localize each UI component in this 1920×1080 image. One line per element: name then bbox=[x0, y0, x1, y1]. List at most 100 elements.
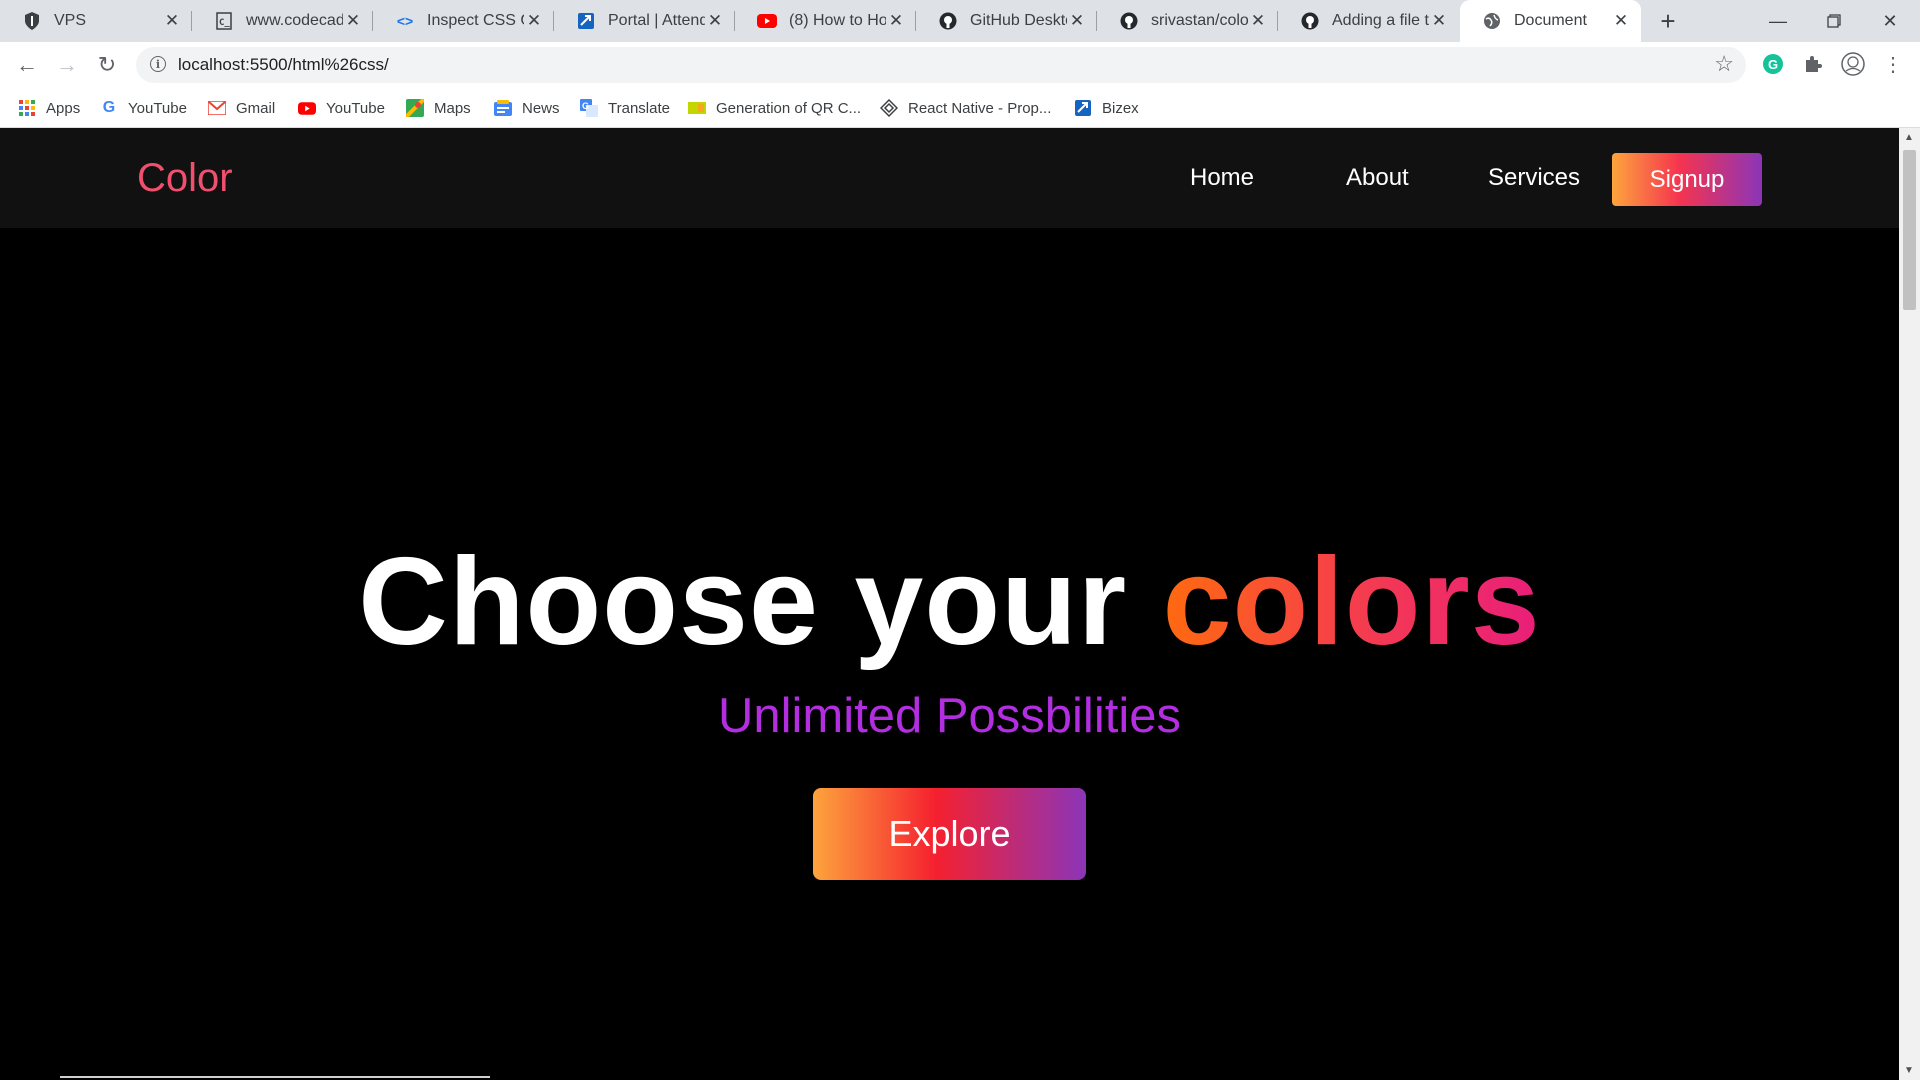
bookmark-label: YouTube bbox=[128, 99, 187, 117]
code-doc-icon: C_ bbox=[214, 11, 234, 31]
vertical-scrollbar[interactable]: ▲ ▼ bbox=[1899, 128, 1920, 1080]
tab-title: (8) How to Hos bbox=[789, 12, 886, 29]
svg-text:G: G bbox=[582, 101, 589, 111]
shield-icon bbox=[22, 11, 42, 31]
bookmark-star-icon[interactable]: ☆ bbox=[1714, 51, 1734, 77]
close-icon[interactable]: ✕ bbox=[886, 11, 906, 31]
qr-icon bbox=[688, 99, 706, 117]
menu-kebab-icon[interactable]: ⋮ bbox=[1880, 51, 1906, 77]
scrollbar-thumb[interactable] bbox=[1903, 150, 1916, 310]
browser-tab[interactable]: GitHub Deskto ✕ bbox=[916, 0, 1097, 42]
hero-title-plain: Choose your bbox=[358, 533, 1163, 671]
tab-title: Inspect CSS Gri bbox=[427, 12, 524, 29]
portal-icon bbox=[576, 11, 596, 31]
close-icon[interactable]: ✕ bbox=[524, 11, 544, 31]
globe-icon bbox=[1482, 11, 1502, 31]
apps-grid-icon bbox=[18, 99, 36, 117]
grammarly-icon[interactable]: G bbox=[1760, 51, 1786, 77]
google-icon: G bbox=[102, 99, 116, 116]
bookmark-youtube-google[interactable]: G YouTube bbox=[100, 96, 187, 120]
site-navbar: Color Home About Services Signup bbox=[0, 128, 1899, 228]
browser-tab[interactable]: <> Inspect CSS Gri ✕ bbox=[373, 0, 554, 42]
tab-title: Adding a file to bbox=[1332, 12, 1429, 29]
new-tab-icon[interactable]: + bbox=[1654, 8, 1682, 36]
restore-icon[interactable] bbox=[1806, 0, 1862, 42]
bookmark-maps[interactable]: Maps bbox=[406, 96, 471, 120]
github-icon bbox=[938, 11, 958, 31]
browser-tab-active[interactable]: Document ✕ bbox=[1460, 0, 1641, 42]
github-icon bbox=[1300, 11, 1320, 31]
bookmark-label: Bizex bbox=[1102, 99, 1139, 117]
close-icon[interactable]: ✕ bbox=[162, 11, 182, 31]
browser-tab[interactable]: Portal | Attenda ✕ bbox=[554, 0, 735, 42]
bookmark-bizex[interactable]: Bizex bbox=[1074, 96, 1139, 120]
nav-link-home[interactable]: Home bbox=[1190, 164, 1254, 192]
close-icon[interactable]: ✕ bbox=[343, 11, 363, 31]
info-icon[interactable]: i bbox=[150, 56, 166, 72]
bookmark-translate[interactable]: G Translate bbox=[580, 96, 670, 120]
svg-text:C_: C_ bbox=[219, 18, 230, 28]
bookmark-qr[interactable]: Generation of QR C... bbox=[688, 96, 861, 120]
browser-tab[interactable]: srivastan/color ✕ bbox=[1097, 0, 1278, 42]
browser-tab[interactable]: C_ www.codecade ✕ bbox=[192, 0, 373, 42]
reload-icon[interactable]: ↻ bbox=[93, 51, 121, 79]
browser-toolbar: ← → ↻ i localhost:5500/html%26css/ ☆ G ⋮ bbox=[0, 42, 1920, 88]
tab-title: Portal | Attenda bbox=[608, 12, 705, 29]
bookmark-youtube[interactable]: YouTube bbox=[298, 96, 385, 120]
close-window-icon[interactable]: ✕ bbox=[1862, 0, 1918, 42]
gmail-icon bbox=[208, 99, 226, 117]
profile-avatar-icon[interactable] bbox=[1840, 51, 1866, 77]
hero-title: Choose your colors bbox=[0, 528, 1899, 677]
close-icon[interactable]: ✕ bbox=[705, 11, 725, 31]
url-text[interactable]: localhost:5500/html%26css/ bbox=[178, 55, 389, 75]
bookmark-news[interactable]: News bbox=[494, 96, 560, 120]
browser-tab[interactable]: VPS ✕ bbox=[0, 0, 192, 42]
portal-icon bbox=[1074, 99, 1092, 117]
signup-button[interactable]: Signup bbox=[1612, 153, 1762, 206]
svg-text:G: G bbox=[1768, 57, 1778, 72]
forward-arrow-icon[interactable]: → bbox=[53, 51, 81, 79]
close-icon[interactable]: ✕ bbox=[1429, 11, 1449, 31]
youtube-icon bbox=[757, 11, 777, 31]
tab-title: srivastan/color bbox=[1151, 12, 1248, 29]
minimize-icon[interactable]: — bbox=[1750, 0, 1806, 42]
maps-icon bbox=[406, 99, 424, 117]
browser-tab[interactable]: (8) How to Hos ✕ bbox=[735, 0, 916, 42]
bookmark-label: React Native - Prop... bbox=[908, 99, 1052, 117]
tab-title: GitHub Deskto bbox=[970, 12, 1067, 29]
react-icon bbox=[880, 99, 898, 117]
close-icon[interactable]: ✕ bbox=[1611, 11, 1631, 31]
scroll-down-arrow-icon[interactable]: ▼ bbox=[1904, 1065, 1914, 1076]
bookmark-label: News bbox=[522, 99, 560, 117]
hero-subtitle: Unlimited Possbilities bbox=[718, 689, 1181, 743]
bookmark-label: Generation of QR C... bbox=[716, 99, 862, 117]
bookmark-label: Maps bbox=[434, 99, 471, 117]
news-icon bbox=[494, 99, 512, 117]
bookmarks-bar: Apps G YouTube Gmail YouTube Maps News G… bbox=[0, 88, 1920, 128]
bookmark-gmail[interactable]: Gmail bbox=[208, 96, 275, 120]
github-icon bbox=[1119, 11, 1139, 31]
browser-tab-bar: VPS ✕ C_ www.codecade ✕ <> Inspect CSS G… bbox=[0, 0, 1920, 42]
bookmark-label: Gmail bbox=[236, 99, 276, 117]
bookmark-label: Apps bbox=[46, 99, 81, 117]
close-icon[interactable]: ✕ bbox=[1248, 11, 1268, 31]
tab-title: VPS bbox=[54, 12, 87, 29]
horizontal-scroll-indicator bbox=[60, 1076, 490, 1078]
page-viewport: Color Home About Services Signup Choose … bbox=[0, 128, 1899, 1080]
bookmark-label: YouTube bbox=[326, 99, 385, 117]
explore-button[interactable]: Explore bbox=[813, 788, 1086, 880]
site-logo[interactable]: Color bbox=[137, 156, 233, 201]
close-icon[interactable]: ✕ bbox=[1067, 11, 1087, 31]
translate-icon: G bbox=[580, 99, 598, 117]
scroll-up-arrow-icon[interactable]: ▲ bbox=[1904, 132, 1914, 143]
code-brackets-icon: <> bbox=[396, 13, 414, 29]
address-bar[interactable]: i localhost:5500/html%26css/ ☆ bbox=[136, 47, 1746, 83]
browser-tab[interactable]: Adding a file to ✕ bbox=[1278, 0, 1459, 42]
hero-title-highlight: colors bbox=[1162, 533, 1541, 671]
back-arrow-icon[interactable]: ← bbox=[13, 51, 41, 79]
bookmark-apps[interactable]: Apps bbox=[18, 96, 80, 120]
nav-link-about[interactable]: About bbox=[1346, 164, 1409, 192]
extensions-puzzle-icon[interactable] bbox=[1800, 51, 1826, 77]
nav-link-services[interactable]: Services bbox=[1488, 164, 1580, 192]
bookmark-react-native[interactable]: React Native - Prop... bbox=[880, 96, 1051, 120]
